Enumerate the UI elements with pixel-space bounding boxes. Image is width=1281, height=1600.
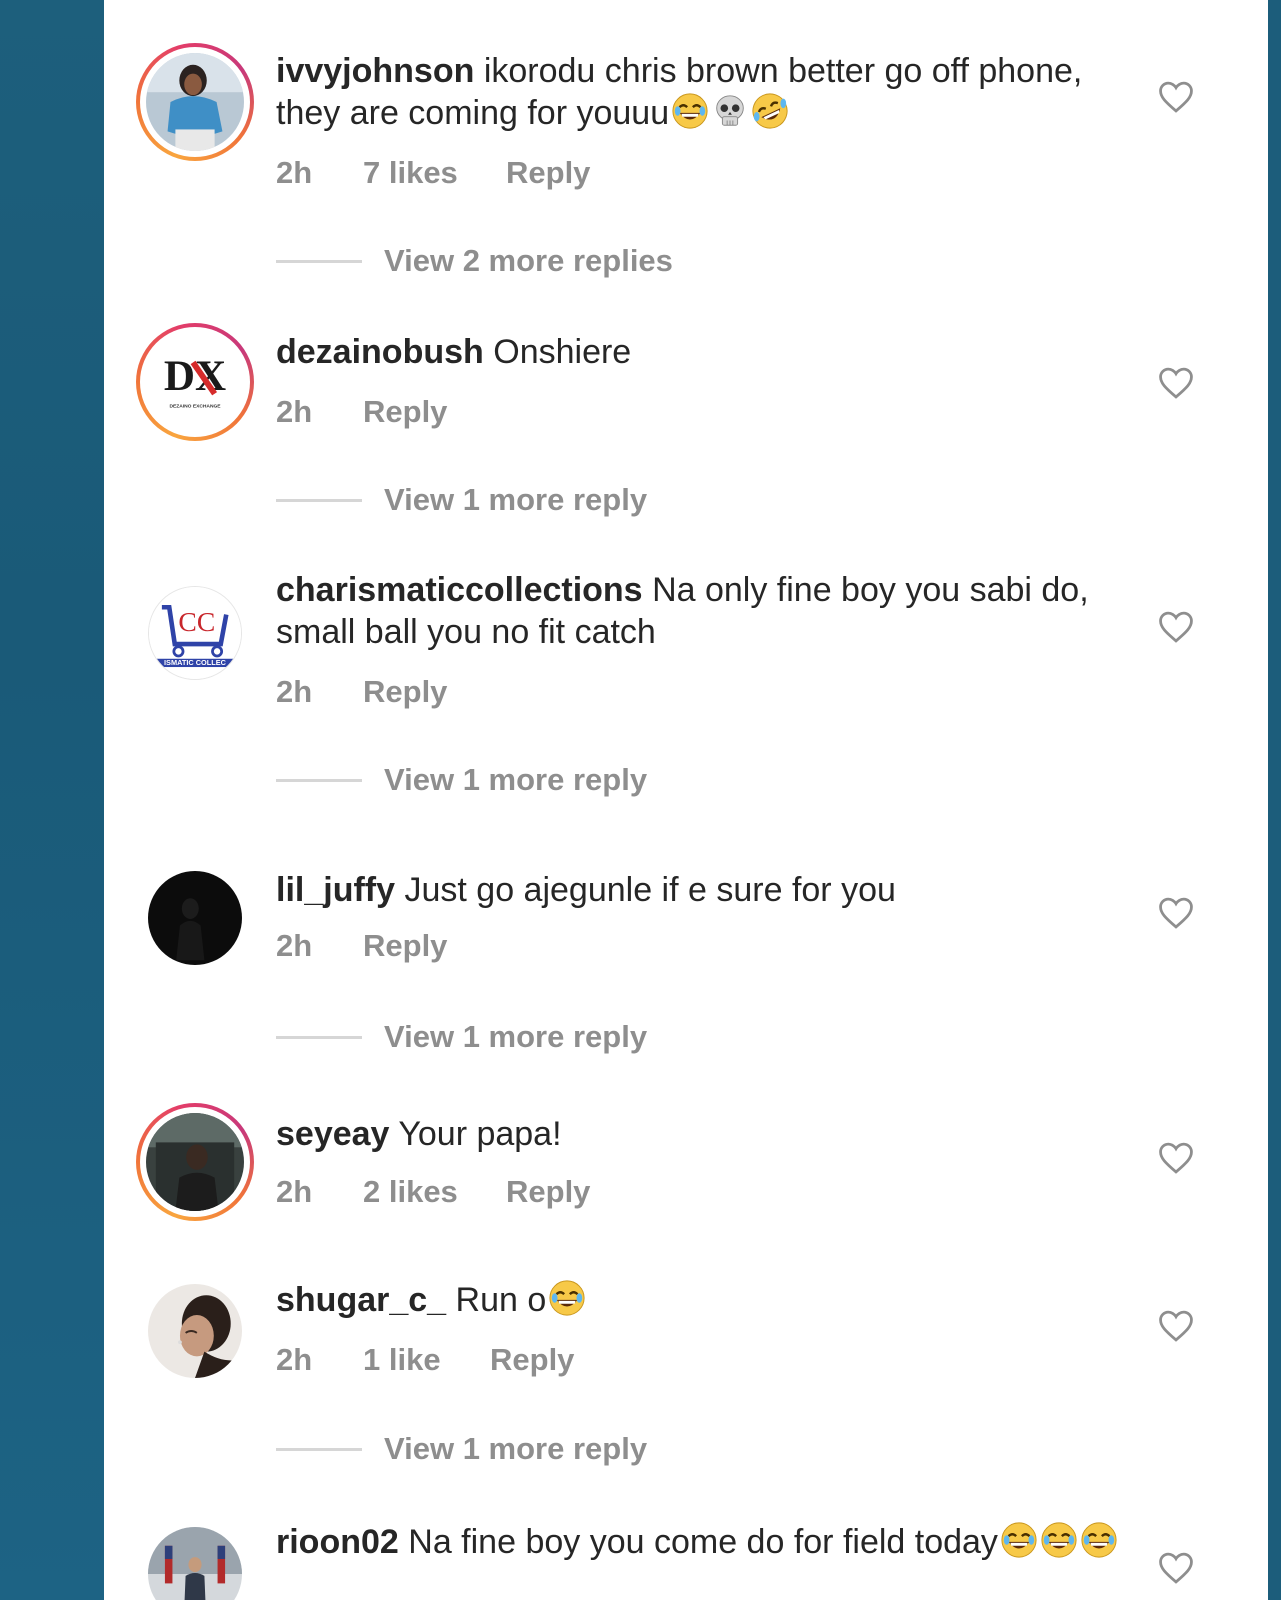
- comment-text: lil_juffy Just go ajegunle if e sure for…: [276, 869, 1136, 911]
- joy-face-icon: [672, 93, 708, 129]
- comment-body: Onshiere: [493, 333, 632, 371]
- rofl-face-icon: [752, 93, 788, 129]
- heart-icon[interactable]: [1157, 366, 1195, 400]
- comment-username[interactable]: seyeay: [276, 1115, 389, 1153]
- heart-icon[interactable]: [1157, 1551, 1195, 1585]
- comment-meta: 2h 7 likes Reply: [276, 155, 590, 191]
- view-replies-button[interactable]: View 1 more reply: [276, 1019, 647, 1055]
- dx-logo-subtext: DEZAINO EXCHANGE: [169, 403, 221, 409]
- heart-icon[interactable]: [1157, 1141, 1195, 1175]
- comment-time: 2h: [276, 1342, 313, 1377]
- joy-face-icon: [1081, 1522, 1117, 1558]
- joy-face-icon: [1041, 1522, 1077, 1558]
- comment-username[interactable]: rioon02: [276, 1523, 399, 1561]
- cc-logo-text: CC: [178, 606, 215, 637]
- comment-likes[interactable]: 2 likes: [363, 1174, 506, 1210]
- comment-meta: 2h Reply: [276, 674, 447, 710]
- avatar[interactable]: [136, 859, 254, 977]
- comment-meta: 2h 1 like Reply: [276, 1342, 574, 1378]
- heart-icon[interactable]: [1157, 896, 1195, 930]
- view-replies-button[interactable]: View 1 more reply: [276, 1431, 647, 1467]
- heart-icon[interactable]: [1157, 1309, 1195, 1343]
- comment-username[interactable]: shugar_c_: [276, 1281, 446, 1319]
- comment-time: 2h: [276, 674, 313, 709]
- view-replies-label: View 1 more reply: [384, 1019, 648, 1054]
- dx-logo-text: DX: [164, 353, 226, 400]
- comment-time: 2h: [276, 928, 313, 963]
- view-replies-label: View 1 more reply: [384, 482, 648, 517]
- reply-divider-line: [276, 498, 362, 502]
- reply-divider-line: [276, 1447, 362, 1451]
- avatar-image: [146, 1113, 244, 1211]
- comment-body: Na fine boy you come do for field today: [408, 1523, 998, 1561]
- comment-text: ivvyjohnson ikorodu chris brown better g…: [276, 50, 1136, 134]
- comment-text: dezainobush Onshiere: [276, 331, 1136, 373]
- view-replies-button[interactable]: View 2 more replies: [276, 243, 673, 279]
- comment-username[interactable]: charismaticcollections: [276, 571, 643, 609]
- joy-face-icon: [1001, 1522, 1037, 1558]
- dx-logo-avatar: DX DEZAINO EXCHANGE: [146, 333, 244, 431]
- comment-meta: 2h 2 likes Reply: [276, 1174, 590, 1210]
- avatar-image: [146, 53, 244, 151]
- comment-time: 2h: [276, 1174, 313, 1209]
- avatar[interactable]: [136, 1103, 254, 1221]
- reply-divider-line: [276, 259, 362, 263]
- reply-button[interactable]: Reply: [506, 155, 590, 191]
- avatar[interactable]: DX DEZAINO EXCHANGE: [136, 323, 254, 441]
- view-replies-label: View 1 more reply: [384, 762, 648, 797]
- reply-divider-line: [276, 1035, 362, 1039]
- avatar-image: [148, 1527, 242, 1600]
- reply-button[interactable]: Reply: [363, 928, 447, 964]
- comment-text: seyeay Your papa!: [276, 1113, 1136, 1155]
- cc-banner-text: ISMATIC COLLEC: [164, 658, 227, 667]
- comment-likes[interactable]: 7 likes: [363, 155, 506, 191]
- comment-username[interactable]: lil_juffy: [276, 871, 395, 909]
- comment-time: 2h: [276, 394, 313, 429]
- view-replies-label: View 2 more replies: [384, 243, 673, 278]
- comment-text: rioon02 Na fine boy you come do for fiel…: [276, 1521, 1136, 1563]
- skull-icon: [716, 95, 744, 126]
- avatar[interactable]: CC ISMATIC COLLEC: [136, 574, 254, 692]
- comment-body: Your papa!: [398, 1115, 562, 1153]
- comment-text: charismaticcollections Na only fine boy …: [276, 569, 1136, 653]
- heart-icon[interactable]: [1157, 610, 1195, 644]
- avatar[interactable]: [136, 43, 254, 161]
- avatar[interactable]: [136, 1515, 254, 1600]
- view-replies-button[interactable]: View 1 more reply: [276, 762, 647, 798]
- comment-username[interactable]: ivvyjohnson: [276, 52, 474, 90]
- heart-icon[interactable]: [1157, 80, 1195, 114]
- reply-button[interactable]: Reply: [490, 1342, 574, 1378]
- avatar-image: [148, 871, 242, 965]
- comment-username[interactable]: dezainobush: [276, 333, 484, 371]
- avatar[interactable]: [136, 1272, 254, 1390]
- reply-button[interactable]: Reply: [363, 394, 447, 430]
- reply-divider-line: [276, 778, 362, 782]
- cc-logo-avatar: CC ISMATIC COLLEC: [148, 586, 242, 680]
- comment-likes[interactable]: 1 like: [363, 1342, 490, 1378]
- joy-face-icon: [549, 1280, 585, 1316]
- comment-time: 2h: [276, 155, 313, 190]
- avatar-image: [148, 1284, 242, 1378]
- reply-button[interactable]: Reply: [363, 674, 447, 710]
- comment-meta: 2h Reply: [276, 928, 447, 964]
- view-replies-label: View 1 more reply: [384, 1431, 648, 1466]
- reply-button[interactable]: Reply: [506, 1174, 590, 1210]
- comment-body: Run o: [455, 1281, 547, 1319]
- comment-text: shugar_c_ Run o: [276, 1279, 1136, 1321]
- comment-body: Just go ajegunle if e sure for you: [404, 871, 896, 909]
- comments-panel: ivvyjohnson ikorodu chris brown better g…: [104, 0, 1268, 1600]
- view-replies-button[interactable]: View 1 more reply: [276, 482, 647, 518]
- background-strip: [1268, 0, 1281, 1600]
- comment-meta: 2h Reply: [276, 394, 447, 430]
